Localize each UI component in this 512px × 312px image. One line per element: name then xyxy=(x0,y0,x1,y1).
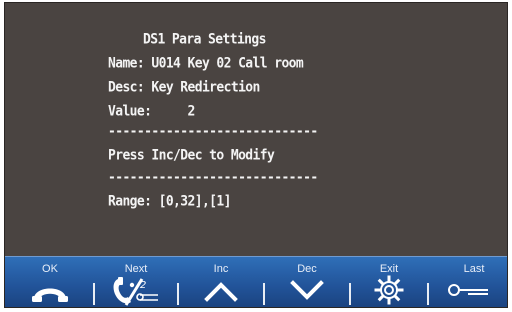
softkey-divider xyxy=(427,283,429,305)
desc-line: Desc: Key Redirection xyxy=(108,79,260,96)
chevron-down-icon xyxy=(289,277,325,307)
name-line: Name: U014 Key 02 Call room xyxy=(108,55,304,72)
softkey-bar: OK Next 2 Inc Dec Exit Last xyxy=(5,256,507,307)
handset-icon xyxy=(30,277,70,307)
separator-bottom: ----------------------------- xyxy=(108,169,318,186)
next-softkey[interactable]: Next 2 xyxy=(97,257,175,307)
ok-softkey[interactable]: OK xyxy=(9,257,91,307)
softkey-divider xyxy=(93,283,95,305)
next-label: Next xyxy=(124,263,148,275)
chevron-up-icon xyxy=(203,277,239,307)
last-label: Last xyxy=(463,263,485,275)
dec-label: Dec xyxy=(297,263,317,275)
softkey-divider xyxy=(177,283,179,305)
call-forward-icon: 2 xyxy=(110,275,162,307)
range-line: Range: [0,32],[1] xyxy=(108,193,231,210)
device-screen: DS1 Para Settings Name: U014 Key 02 Call… xyxy=(4,2,508,308)
softkey-divider xyxy=(349,283,351,305)
lcd-display: DS1 Para Settings Name: U014 Key 02 Call… xyxy=(5,3,507,255)
last-softkey[interactable]: Last xyxy=(431,257,505,307)
device-frame: DS1 Para Settings Name: U014 Key 02 Call… xyxy=(0,0,512,312)
value-line: Value: 2 xyxy=(108,103,195,120)
inc-softkey[interactable]: Inc xyxy=(181,257,261,307)
ok-label: OK xyxy=(42,263,58,275)
key-icon xyxy=(446,279,490,306)
page-title: DS1 Para Settings xyxy=(143,31,266,48)
separator-top: ----------------------------- xyxy=(108,123,318,140)
gear-icon xyxy=(374,275,404,307)
dec-softkey[interactable]: Dec xyxy=(267,257,347,307)
softkey-divider xyxy=(263,283,265,305)
exit-softkey[interactable]: Exit xyxy=(353,257,425,307)
inc-label: Inc xyxy=(213,263,229,275)
exit-label: Exit xyxy=(379,263,399,275)
instruction-text: Press Inc/Dec to Modify xyxy=(108,147,275,164)
svg-text:2: 2 xyxy=(140,280,146,291)
